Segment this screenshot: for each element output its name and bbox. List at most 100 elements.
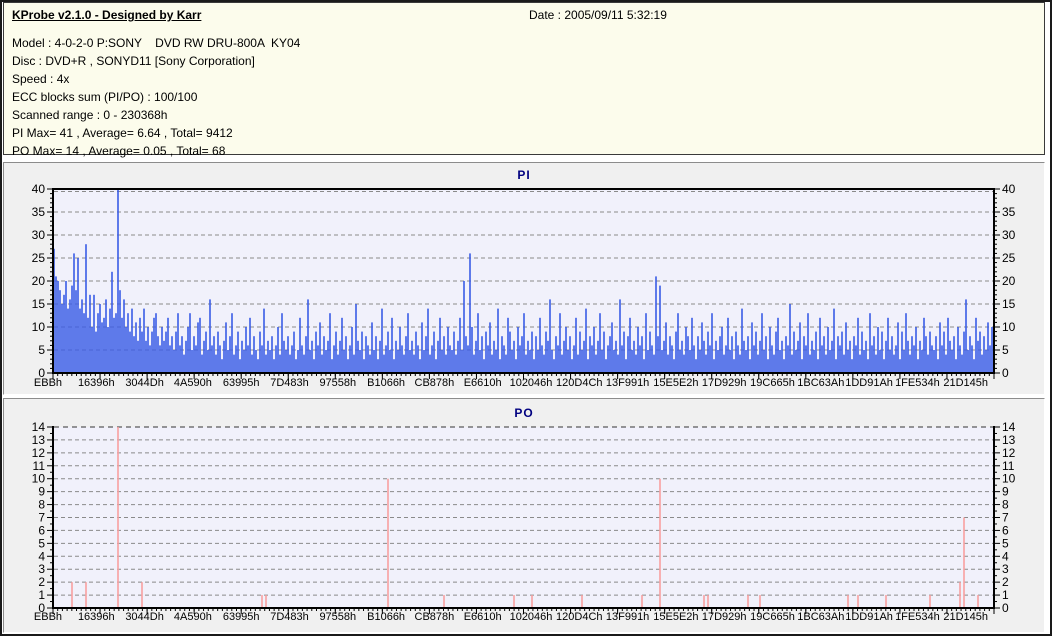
svg-text:20: 20 — [32, 274, 46, 288]
svg-text:7D483h: 7D483h — [270, 611, 309, 623]
scan-info-panel: KProbe v2.1.0 - Designed by Karr Date : … — [3, 2, 1045, 158]
scan-date: Date : 2005/09/11 5:32:19 — [529, 8, 667, 22]
svg-text:8: 8 — [1002, 498, 1009, 512]
svg-text:7: 7 — [38, 511, 45, 525]
svg-text:12: 12 — [32, 446, 46, 460]
svg-text:5: 5 — [38, 536, 45, 550]
svg-text:21D145h: 21D145h — [943, 611, 988, 623]
app-title: KProbe v2.1.0 - Designed by Karr — [12, 8, 202, 22]
svg-text:1BC63Ah: 1BC63Ah — [797, 611, 844, 623]
svg-text:B1066h: B1066h — [367, 377, 405, 389]
svg-text:6: 6 — [38, 523, 45, 537]
svg-text:19C665h: 19C665h — [750, 377, 795, 389]
info-pi-stats: PI Max= 41 , Average= 6.64 , Total= 9412 — [12, 126, 233, 140]
svg-text:63995h: 63995h — [223, 377, 260, 389]
svg-text:13F991h: 13F991h — [606, 611, 649, 623]
info-po-stats: PO Max= 14 , Average= 0.05 , Total= 68 — [12, 144, 226, 158]
svg-text:11: 11 — [1002, 459, 1015, 473]
svg-text:102046h: 102046h — [510, 611, 553, 623]
po-chart: 0 01 12 23 34 45 56 67 78 89 910 1011 1112 1213 1314 14… — [32, 420, 1016, 623]
svg-text:17D929h: 17D929h — [702, 377, 747, 389]
svg-text:EBBh: EBBh — [34, 377, 62, 389]
svg-text:5: 5 — [38, 343, 45, 357]
svg-text:16396h: 16396h — [78, 377, 115, 389]
svg-text:9: 9 — [1002, 485, 1009, 499]
svg-text:4: 4 — [1002, 549, 1009, 563]
svg-text:97558h: 97558h — [319, 377, 356, 389]
svg-text:9: 9 — [38, 485, 45, 499]
svg-text:2: 2 — [1002, 575, 1009, 589]
svg-text:0: 0 — [1002, 366, 1009, 380]
info-speed: Speed : 4x — [12, 72, 70, 86]
svg-text:10: 10 — [1002, 472, 1016, 486]
svg-text:14: 14 — [32, 420, 46, 434]
svg-text:16396h: 16396h — [78, 611, 115, 623]
svg-text:11: 11 — [33, 459, 46, 473]
svg-text:15E5E2h: 15E5E2h — [653, 611, 698, 623]
pi-chart-panel: PI 0 0 5 5 10 10 15 15 20 20 25 25 30 30 35 35 40 40 EBBh 1… — [3, 162, 1045, 395]
svg-text:40: 40 — [1002, 182, 1016, 196]
svg-text:3044Dh: 3044Dh — [125, 611, 164, 623]
svg-text:1FE534h: 1FE534h — [895, 611, 940, 623]
svg-text:4A590h: 4A590h — [174, 377, 212, 389]
svg-text:13: 13 — [1002, 433, 1016, 447]
svg-text:CB878h: CB878h — [415, 611, 455, 623]
svg-text:35: 35 — [32, 205, 46, 219]
svg-text:1BC63Ah: 1BC63Ah — [797, 377, 844, 389]
svg-text:3: 3 — [38, 562, 45, 576]
svg-text:1: 1 — [38, 588, 45, 602]
svg-text:7: 7 — [1002, 511, 1009, 525]
info-model: Model : 4-0-2-0 P:SONY DVD RW DRU-800A K… — [12, 36, 301, 50]
svg-text:97558h: 97558h — [319, 611, 356, 623]
svg-text:2: 2 — [38, 575, 45, 589]
svg-text:30: 30 — [32, 228, 46, 242]
svg-text:10: 10 — [1002, 320, 1016, 334]
svg-text:1FE534h: 1FE534h — [895, 377, 940, 389]
svg-text:0: 0 — [1002, 601, 1009, 615]
info-header: KProbe v2.1.0 - Designed by Karr Date : … — [4, 3, 1044, 27]
svg-text:5: 5 — [1002, 536, 1009, 550]
info-ecc-blocks: ECC blocks sum (PI/PO) : 100/100 — [12, 90, 198, 104]
info-scanned-range: Scanned range : 0 - 230368h — [12, 108, 168, 122]
svg-text:10: 10 — [32, 320, 46, 334]
svg-text:19C665h: 19C665h — [750, 611, 795, 623]
svg-text:4: 4 — [38, 549, 45, 563]
svg-text:35: 35 — [1002, 205, 1016, 219]
svg-text:21D145h: 21D145h — [943, 377, 988, 389]
svg-text:8: 8 — [38, 498, 45, 512]
svg-text:B1066h: B1066h — [367, 611, 405, 623]
svg-text:3: 3 — [1002, 562, 1009, 576]
svg-text:10: 10 — [32, 472, 46, 486]
svg-text:3044Dh: 3044Dh — [125, 377, 164, 389]
svg-text:13: 13 — [32, 433, 46, 447]
pi-chart: 0 05 510 1015 1520 2025 2530 3035 3540 40EBBh 1639… — [32, 182, 1016, 389]
svg-text:CB878h: CB878h — [415, 377, 455, 389]
svg-text:1DD91Ah: 1DD91Ah — [845, 377, 893, 389]
svg-text:EBBh: EBBh — [34, 611, 62, 623]
svg-text:17D929h: 17D929h — [702, 611, 747, 623]
svg-text:102046h: 102046h — [510, 377, 553, 389]
svg-text:12: 12 — [1002, 446, 1016, 460]
svg-text:5: 5 — [1002, 343, 1009, 357]
svg-text:4A590h: 4A590h — [174, 611, 212, 623]
svg-text:6: 6 — [1002, 523, 1009, 537]
svg-text:40: 40 — [32, 182, 46, 196]
svg-text:15: 15 — [1002, 297, 1016, 311]
po-chart-panel: PO 0 0 1 1 2 2 3 3 4 4 5 5 6 6 7 7 8 8 9 9 10 10 11 11 12 12 13 13 1… — [3, 398, 1045, 633]
svg-text:13F991h: 13F991h — [606, 377, 649, 389]
info-disc: Disc : DVD+R , SONYD11 [Sony Corporation… — [12, 54, 255, 68]
svg-text:1DD91Ah: 1DD91Ah — [845, 611, 893, 623]
svg-text:120D4Ch: 120D4Ch — [556, 611, 602, 623]
svg-text:7D483h: 7D483h — [270, 377, 309, 389]
svg-text:120D4Ch: 120D4Ch — [556, 377, 602, 389]
svg-text:30: 30 — [1002, 228, 1016, 242]
svg-text:E6610h: E6610h — [464, 611, 502, 623]
svg-text:E6610h: E6610h — [464, 377, 502, 389]
svg-text:25: 25 — [1002, 251, 1016, 265]
svg-text:63995h: 63995h — [223, 611, 260, 623]
svg-text:14: 14 — [1002, 420, 1016, 434]
kprobe-window: KProbe v2.1.0 - Designed by Karr Date : … — [0, 0, 1052, 636]
svg-text:20: 20 — [1002, 274, 1016, 288]
svg-text:25: 25 — [32, 251, 46, 265]
svg-text:15E5E2h: 15E5E2h — [653, 377, 698, 389]
